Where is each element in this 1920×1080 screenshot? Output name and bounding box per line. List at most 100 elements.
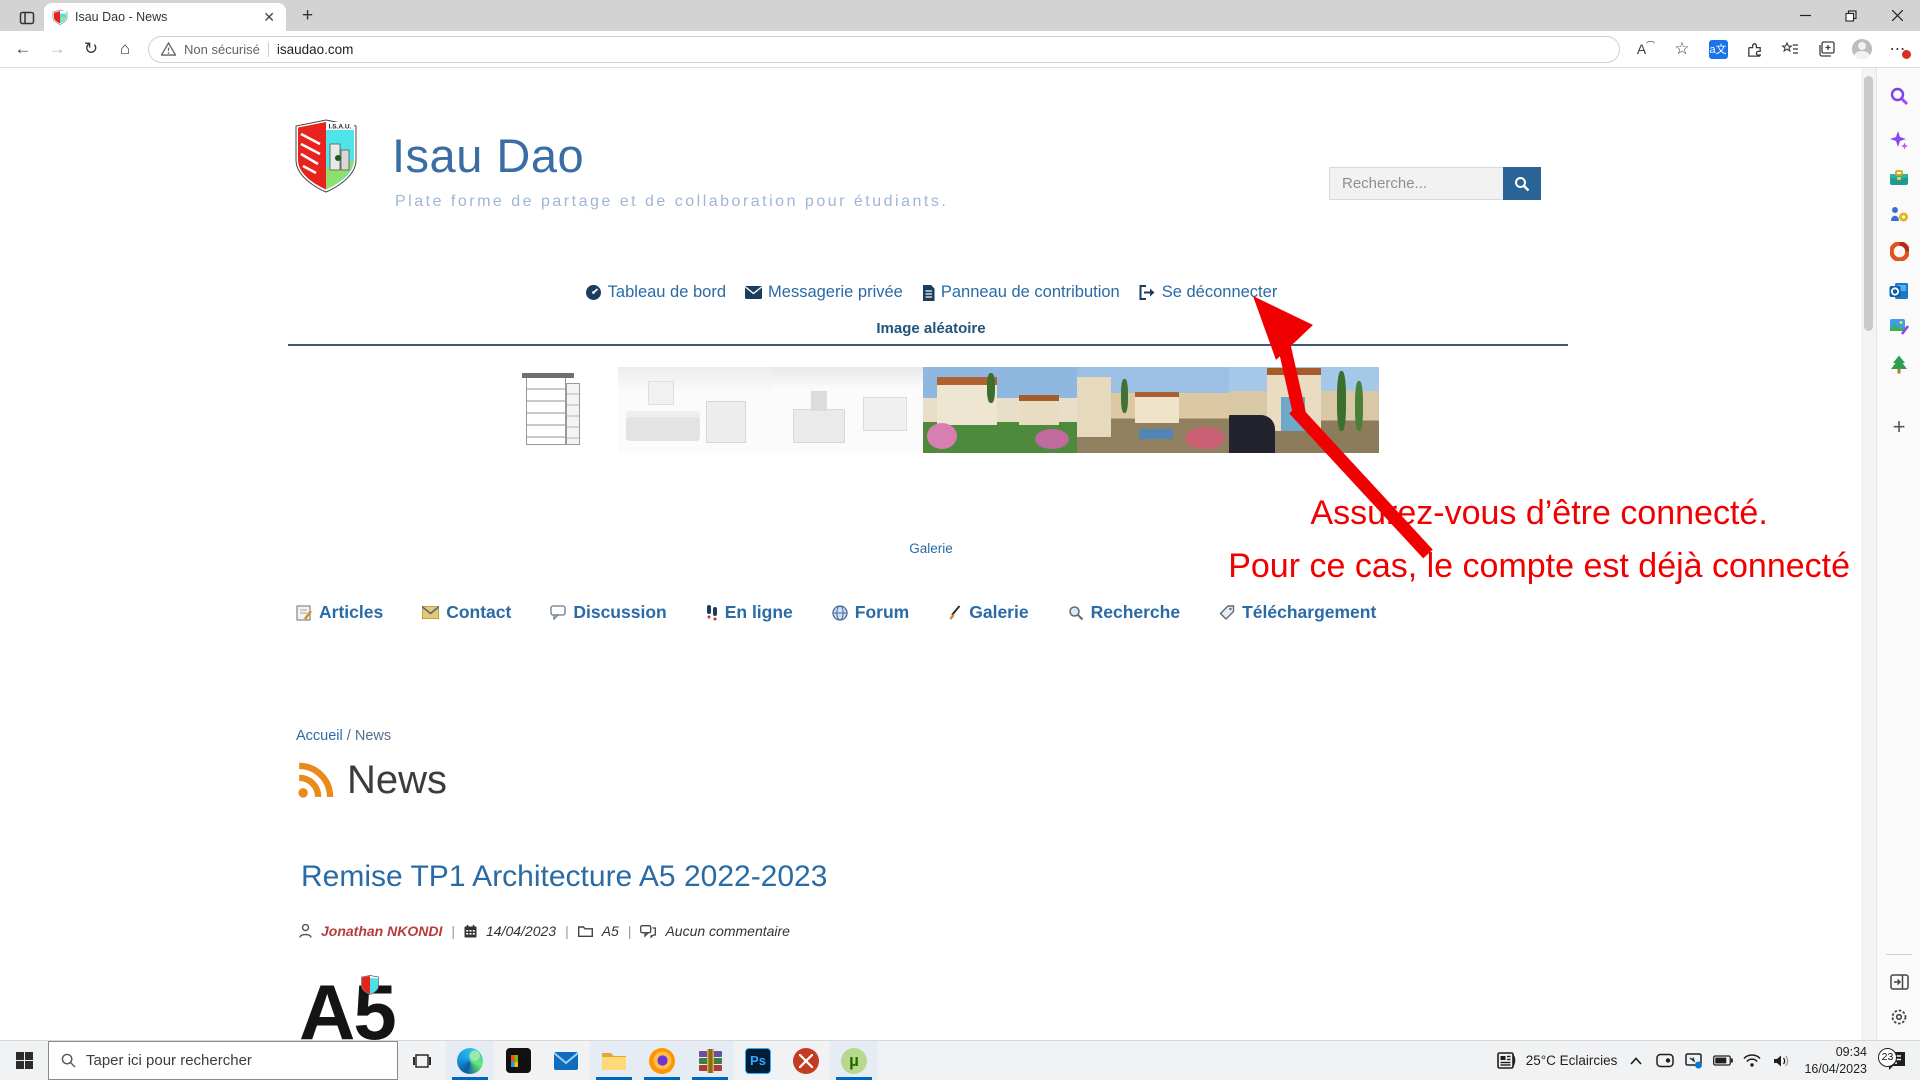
comments-icon [640,925,656,938]
sidebar-outlook-icon[interactable] [1877,275,1920,307]
edge-sidebar: + [1876,68,1920,1040]
site-search-input[interactable] [1329,167,1503,200]
tray-weather[interactable]: 25°C Eclaircies [1526,1053,1618,1068]
folder-icon [578,925,593,937]
menu-discussion[interactable]: Discussion [550,602,666,623]
article-author[interactable]: Jonathan NKONDI [321,923,442,939]
menu-forum[interactable]: Forum [832,602,909,623]
notification-dot [1901,49,1912,60]
sidebar-tools-icon[interactable] [1877,161,1920,193]
sidebar-discover-icon[interactable] [1877,124,1920,156]
mail-app-icon [553,1050,579,1072]
back-icon[interactable]: ← [6,35,40,63]
home-icon[interactable]: ⌂ [108,35,142,63]
browser-window: Isau Dao - News ✕ + ← → ↻ ⌂ [0,0,1920,1080]
sidebar-add-icon[interactable]: + [1877,411,1920,443]
tray-display-icon[interactable] [1684,1053,1704,1069]
random-image-courtyard[interactable] [1077,367,1229,453]
nav-contribution-panel[interactable]: Panneau de contribution [922,283,1120,302]
url-text: isaudao.com [277,42,354,57]
site-search-button[interactable] [1503,167,1541,200]
random-image-entrance[interactable] [1229,367,1379,453]
scrollbar-thumb[interactable] [1864,76,1873,331]
menu-search[interactable]: Recherche [1068,602,1181,623]
nav-dashboard[interactable]: Tableau de bord [585,283,726,302]
article-category[interactable]: A5 [602,923,619,939]
address-bar[interactable]: Non sécurisé isaudao.com [148,36,1620,63]
news-widget-icon[interactable] [1497,1052,1517,1069]
profile-avatar[interactable] [1844,35,1880,63]
divider [288,344,1568,346]
breadcrumb-home[interactable]: Accueil [296,728,343,744]
start-button[interactable] [0,1041,48,1080]
sidebar-settings-icon[interactable] [1877,1001,1920,1033]
tray-onedrive-icon[interactable] [1655,1053,1675,1068]
tray-wifi-icon[interactable] [1742,1054,1762,1067]
article-date: 14/04/2023 [486,923,556,939]
article-title[interactable]: Remise TP1 Architecture A5 2022-2023 [301,860,827,894]
settings-more-icon[interactable]: ⋯ [1880,35,1916,63]
nav-logout[interactable]: Se déconnecter [1139,283,1278,302]
menu-downloads[interactable]: Téléchargement [1219,602,1376,623]
tray-clock[interactable]: 09:34 16/04/2023 [1804,1044,1867,1077]
random-image-strip [486,367,1379,453]
random-image-livingroom[interactable] [618,367,771,453]
svg-text:I.S.A.U.: I.S.A.U. [329,124,352,131]
explorer-icon [601,1050,627,1071]
translate-icon[interactable]: a文 [1700,35,1736,63]
article-comments[interactable]: Aucun commentaire [665,923,790,939]
taskbar-edge[interactable] [446,1041,494,1080]
taskbar-winrar[interactable] [686,1041,734,1080]
new-tab-button[interactable]: + [296,5,319,31]
mail-icon [422,606,439,619]
taskbar-explorer[interactable] [590,1041,638,1080]
extensions-icon[interactable] [1736,35,1772,63]
random-image-diningroom[interactable] [771,367,923,453]
menu-contact[interactable]: Contact [422,602,511,623]
site-title[interactable]: Isau Dao [392,128,584,183]
random-image-elevation[interactable] [486,367,618,453]
sidebar-panel-icon[interactable] [1877,966,1920,998]
menu-online[interactable]: En ligne [706,602,793,623]
menu-gallery[interactable]: Galerie [948,602,1028,623]
article-thumbnail[interactable]: A5 [299,973,409,1040]
sidebar-office-icon[interactable] [1877,235,1920,267]
random-image-villa-garden[interactable] [923,367,1077,453]
menu-articles[interactable]: Articles [296,602,383,623]
tab-close-icon[interactable]: ✕ [260,9,278,26]
nav-private-messages[interactable]: Messagerie privée [745,283,903,302]
sidebar-designer-icon[interactable] [1877,311,1920,343]
taskbar-store[interactable] [494,1041,542,1080]
warning-icon [161,42,176,56]
page-scrollbar[interactable] [1861,68,1876,1040]
tray-battery-icon[interactable] [1713,1055,1733,1066]
system-tray: 25°C Eclaircies 09:34 16/04/2023 [1497,1041,1920,1080]
winrar-icon [698,1049,723,1073]
firefox-icon [649,1048,675,1074]
restore-button[interactable] [1828,0,1874,31]
favorite-star-icon[interactable]: ☆ [1664,35,1700,63]
tray-volume-icon[interactable] [1771,1054,1791,1068]
sidebar-games-icon[interactable] [1877,198,1920,230]
sidebar-search-icon[interactable] [1877,80,1920,112]
taskbar-search[interactable]: Taper ici pour rechercher [48,1041,398,1080]
forward-icon[interactable]: → [40,35,74,63]
sidebar-tree-icon[interactable] [1877,348,1920,380]
close-window-button[interactable] [1874,0,1920,31]
taskbar-mail[interactable] [542,1041,590,1080]
tray-chevron-icon[interactable] [1626,1057,1646,1065]
taskbar-photoshop[interactable]: Ps [734,1041,782,1080]
read-aloud-icon[interactable]: A⌒ [1628,35,1664,63]
refresh-icon[interactable]: ↻ [74,35,108,63]
minimize-button[interactable] [1782,0,1828,31]
taskbar-snip[interactable] [782,1041,830,1080]
taskbar-firefox[interactable] [638,1041,686,1080]
breadcrumb-current: News [355,728,391,744]
favorites-bar-icon[interactable] [1772,35,1808,63]
browser-tab[interactable]: Isau Dao - News ✕ [44,3,286,31]
collections-icon[interactable] [1808,35,1844,63]
notification-center-icon[interactable]: 23 [1876,1051,1914,1071]
tab-actions-icon[interactable] [12,5,42,31]
taskbar-utorrent[interactable]: µ [830,1041,878,1080]
task-view-button[interactable] [398,1041,446,1080]
